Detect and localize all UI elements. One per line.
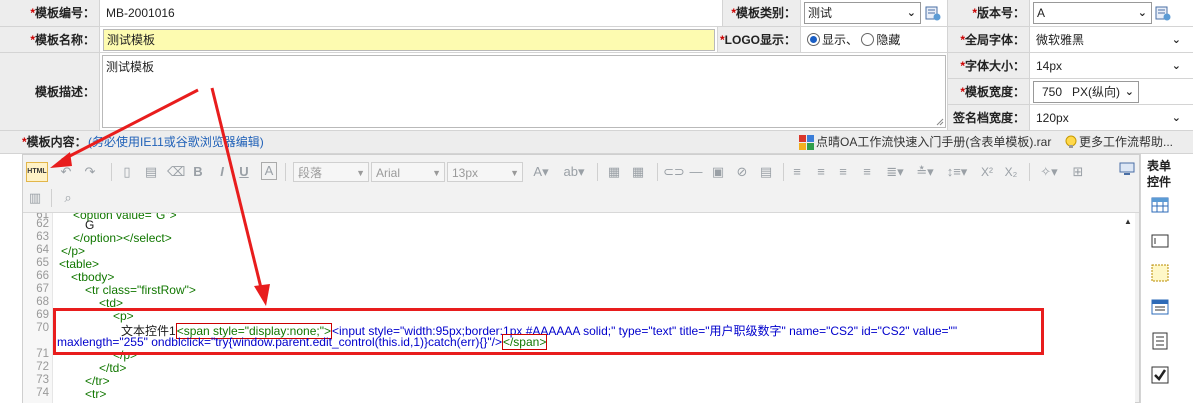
arrow-to-code-box <box>210 87 264 293</box>
arrow-to-html-button <box>61 88 199 162</box>
annotation-arrows <box>50 87 270 306</box>
